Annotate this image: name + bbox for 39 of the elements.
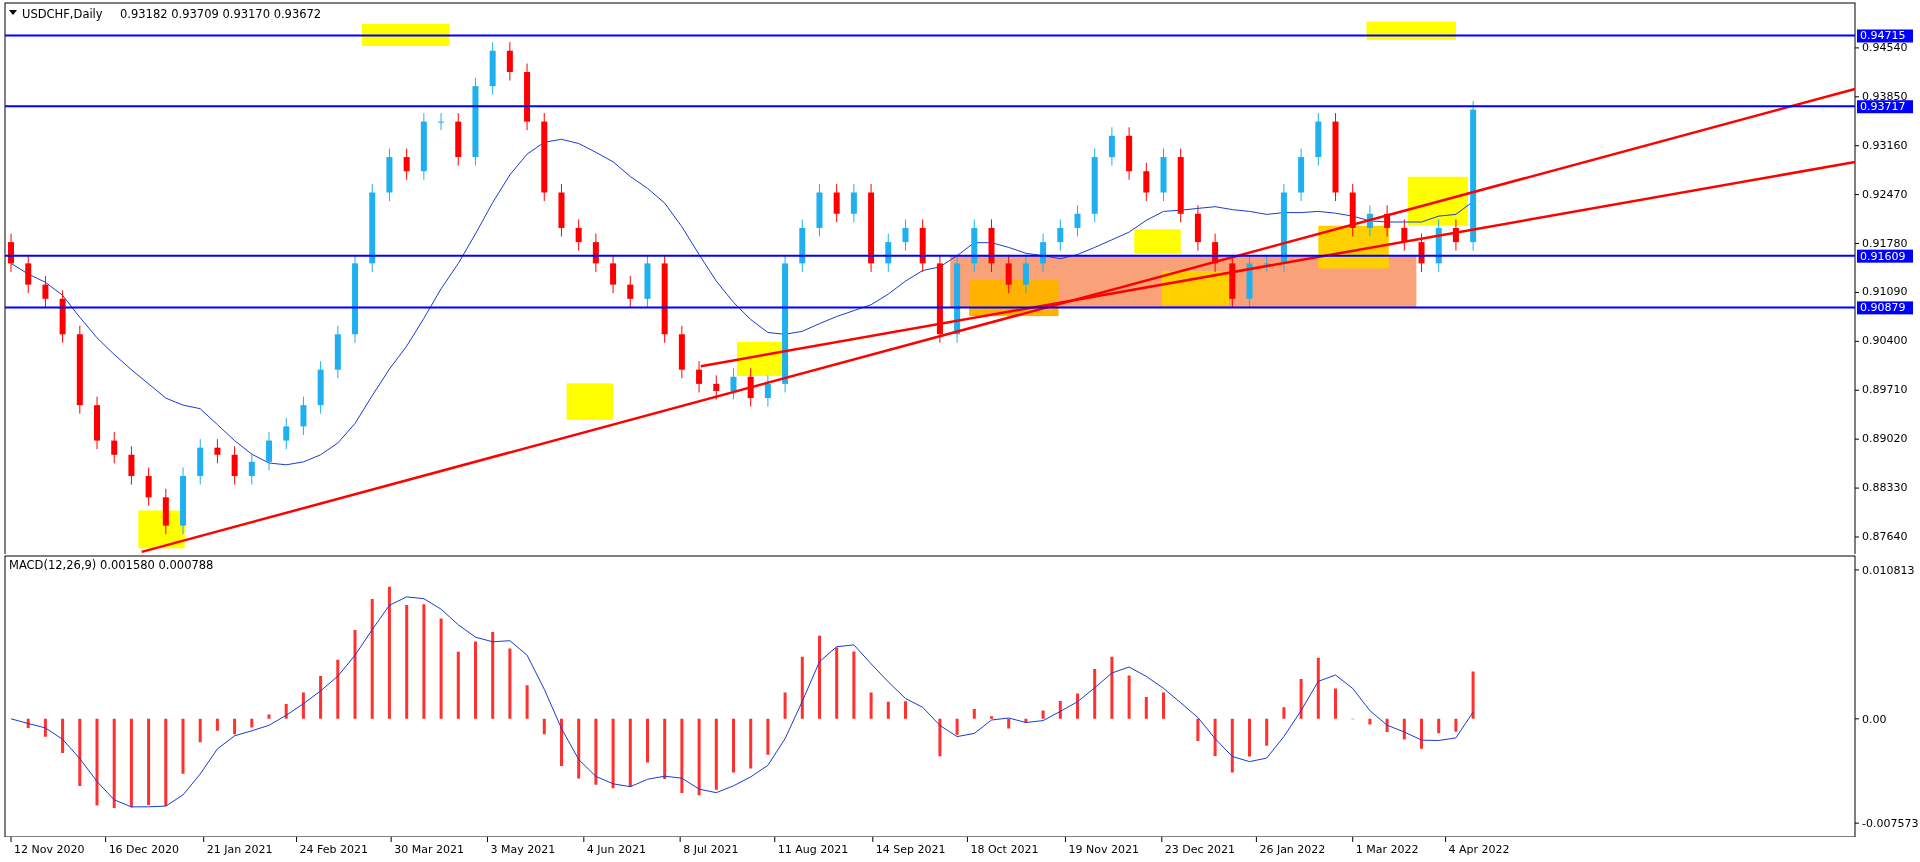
- date-axis-label: 26 Jan 2022: [1259, 843, 1326, 857]
- date-axis-label: 18 Oct 2021: [970, 843, 1039, 857]
- date-axis-label: 19 Nov 2021: [1068, 843, 1139, 857]
- price-tag: 0.91609: [1857, 249, 1913, 263]
- macd-axis-label: 0.010813: [1862, 564, 1915, 577]
- price-tag: 0.90879: [1857, 301, 1913, 315]
- price-axis-label: 0.90400: [1862, 334, 1908, 348]
- date-axis-label: 14 Sep 2021: [875, 843, 946, 857]
- price-axis-label: 0.89020: [1862, 432, 1908, 446]
- date-axis-label: 21 Jan 2021: [206, 843, 273, 857]
- date-axis-label: 4 Apr 2022: [1448, 843, 1510, 857]
- price-tag: 0.94715: [1857, 29, 1913, 43]
- price-axis-label: 0.93850: [1862, 89, 1908, 103]
- price-axis-label: 0.88330: [1862, 481, 1908, 495]
- price-axis-label: 0.91780: [1862, 236, 1908, 250]
- date-axis-label: 4 Jun 2021: [586, 843, 646, 857]
- quote-values: 0.93182 0.93709 0.93170 0.93672: [120, 7, 322, 21]
- date-axis-label: 24 Feb 2021: [299, 843, 369, 857]
- macd-axis-label: -0.007573: [1862, 817, 1919, 831]
- date-axis-label: 1 Mar 2022: [1355, 843, 1419, 857]
- highlight-zone: [566, 383, 614, 420]
- price-axis-label: 0.87640: [1862, 530, 1908, 543]
- price-axis-label: 0.89710: [1862, 383, 1908, 397]
- chart-title: USDCHF,Daily: [22, 7, 103, 21]
- date-axis-label: 12 Nov 2020: [14, 843, 85, 857]
- price-axis-label: 0.92470: [1862, 187, 1908, 201]
- date-axis-label: 3 May 2021: [490, 843, 556, 857]
- date-axis-label: 30 Mar 2021: [394, 843, 464, 857]
- date-axis-label: 16 Dec 2020: [108, 843, 179, 857]
- price-tag: 0.93717: [1857, 100, 1913, 114]
- date-axis-label: 11 Aug 2021: [777, 843, 849, 857]
- macd-axis-label: 0.00: [1862, 712, 1887, 726]
- price-axis-label: 0.93160: [1862, 138, 1908, 152]
- dropdown-icon[interactable]: [9, 10, 17, 15]
- price-axis-label: 0.94540: [1862, 40, 1908, 54]
- date-axis-label: 23 Dec 2021: [1164, 843, 1236, 857]
- price-axis-label: 0.91090: [1862, 285, 1908, 299]
- macd-title: MACD(12,26,9) 0.001580 0.000788: [9, 558, 214, 573]
- date-axis-label: 8 Jul 2021: [683, 843, 739, 857]
